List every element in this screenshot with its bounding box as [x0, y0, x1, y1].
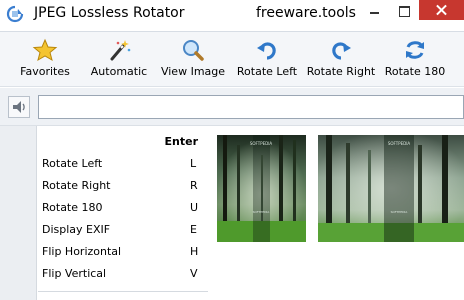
command-row-rotate-180[interactable]: Rotate 180 U — [38, 198, 208, 220]
svg-text:SOFTPEDIA: SOFTPEDIA — [388, 141, 411, 146]
list-divider — [38, 291, 208, 292]
automatic-button[interactable]: Automatic — [88, 32, 150, 86]
command-name: Rotate Left — [42, 157, 103, 170]
rotate-left-button[interactable]: Rotate Left — [236, 32, 298, 86]
command-list: Enter Rotate Left L Rotate Right R Rotat… — [0, 126, 215, 300]
toolbar: Favorites Automatic View Image Rotate Le… — [0, 31, 464, 87]
speaker-button[interactable] — [8, 96, 30, 118]
command-name: Flip Horizontal — [42, 245, 122, 258]
command-key: R — [190, 179, 198, 192]
magic-wand-icon — [110, 40, 131, 61]
favorites-label: Favorites — [20, 65, 70, 78]
forest-image: SOFTPEDIA SOFTPEDIA — [318, 135, 464, 242]
rotate-left-label: Rotate Left — [236, 65, 298, 78]
rotate-left-icon — [257, 42, 276, 60]
command-name: Flip Vertical — [42, 267, 107, 280]
rotate-right-icon — [332, 42, 351, 60]
minimize-icon[interactable] — [360, 0, 390, 21]
view-image-label: View Image — [160, 65, 226, 78]
command-row-display-exif[interactable]: Display EXIF E — [38, 220, 208, 242]
command-key: V — [190, 267, 198, 280]
favorites-button[interactable]: Favorites — [14, 32, 76, 86]
view-image-button[interactable]: View Image — [160, 32, 226, 86]
search-bar — [0, 88, 464, 126]
brand-label: freeware.tools — [256, 5, 356, 21]
rotate-180-label: Rotate 180 — [384, 65, 446, 78]
search-input[interactable] — [38, 95, 464, 119]
command-key: E — [190, 223, 197, 236]
app-icon — [6, 5, 24, 23]
command-key: U — [190, 201, 199, 214]
image-thumbnail-landscape[interactable]: SOFTPEDIA SOFTPEDIA — [318, 135, 464, 242]
command-row-flip-vertical[interactable]: Flip Vertical V — [38, 264, 208, 286]
rotate-right-label: Rotate Right — [306, 65, 376, 78]
list-header: Enter — [38, 135, 208, 151]
command-key: H — [190, 245, 199, 258]
speaker-icon — [13, 101, 25, 113]
command-name: Rotate 180 — [42, 201, 103, 214]
svg-text:SOFTPEDIA: SOFTPEDIA — [250, 141, 273, 146]
rotate-right-button[interactable]: Rotate Right — [306, 32, 376, 86]
command-row-flip-horizontal[interactable]: Flip Horizontal H — [38, 242, 208, 264]
star-icon — [32, 38, 58, 62]
magnifier-icon — [183, 40, 204, 61]
enter-column-header: Enter — [164, 135, 199, 148]
forest-image: SOFTPEDIA SOFTPEDIA — [217, 135, 306, 242]
list-gutter — [0, 126, 37, 300]
maximize-icon[interactable] — [390, 0, 417, 21]
window-title: JPEG Lossless Rotator — [34, 5, 185, 21]
image-thumbnail-portrait[interactable]: SOFTPEDIA SOFTPEDIA — [217, 135, 306, 242]
command-name: Rotate Right — [42, 179, 111, 192]
rotate-180-button[interactable]: Rotate 180 — [384, 32, 446, 86]
close-icon[interactable] — [419, 0, 464, 20]
command-key: L — [190, 157, 197, 170]
rotate-180-icon — [406, 41, 424, 59]
svg-text:SOFTPEDIA: SOFTPEDIA — [253, 210, 271, 214]
title-bar: JPEG Lossless Rotator freeware.tools — [0, 0, 464, 31]
svg-text:SOFTPEDIA: SOFTPEDIA — [391, 210, 409, 214]
automatic-label: Automatic — [90, 65, 148, 78]
command-name: Display EXIF — [42, 223, 111, 236]
command-row-rotate-left[interactable]: Rotate Left L — [38, 154, 208, 176]
command-row-rotate-right[interactable]: Rotate Right R — [38, 176, 208, 198]
